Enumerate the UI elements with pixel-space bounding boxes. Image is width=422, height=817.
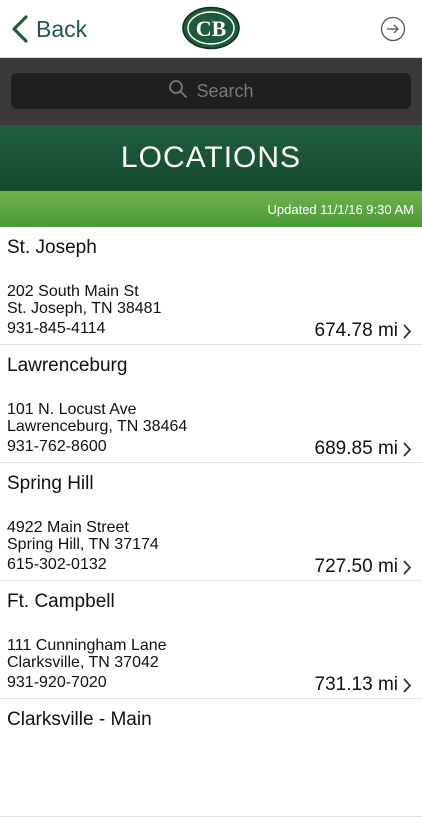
location-name: Clarksville - Main xyxy=(7,709,152,730)
page-title: LOCATIONS xyxy=(120,141,302,174)
location-name: St. Joseph xyxy=(7,237,97,258)
location-name: Spring Hill xyxy=(7,473,94,494)
search-icon xyxy=(168,79,188,104)
nav-bar: Back CB xyxy=(0,0,422,58)
location-row[interactable]: Clarksville - Main xyxy=(0,699,422,817)
chevron-right-icon xyxy=(403,442,412,457)
location-row[interactable]: Spring Hill 4922 Main Street Spring Hill… xyxy=(0,463,422,581)
updated-banner: Updated 11/1/16 9:30 AM xyxy=(0,191,422,227)
chevron-right-icon xyxy=(403,560,412,575)
search-bar: Search xyxy=(0,58,422,125)
search-placeholder: Search xyxy=(196,80,254,101)
location-row[interactable]: St. Joseph 202 South Main St St. Joseph,… xyxy=(0,227,422,345)
chevron-right-icon xyxy=(403,678,412,693)
location-name: Lawrenceburg xyxy=(7,355,128,376)
location-phone[interactable]: 931-920-7020 xyxy=(7,674,107,691)
location-phone[interactable]: 931-762-8600 xyxy=(7,438,107,455)
location-city: St. Joseph, TN 38481 xyxy=(7,300,162,317)
location-city: Clarksville, TN 37042 xyxy=(7,654,159,671)
location-city: Lawrenceburg, TN 38464 xyxy=(7,418,188,435)
location-distance: 727.50 mi xyxy=(314,556,398,577)
location-street: 101 N. Locust Ave xyxy=(7,401,137,418)
svg-text:CB: CB xyxy=(196,16,227,41)
chevron-left-icon xyxy=(12,15,28,43)
back-button[interactable]: Back xyxy=(10,14,87,44)
back-label: Back xyxy=(36,15,88,42)
location-row[interactable]: Ft. Campbell 111 Cunningham Lane Clarksv… xyxy=(0,581,422,699)
location-distance: 689.85 mi xyxy=(314,438,398,459)
location-phone[interactable]: 615-302-0132 xyxy=(7,556,107,573)
search-input[interactable]: Search xyxy=(11,73,411,109)
locations-list: St. Joseph 202 South Main St St. Joseph,… xyxy=(0,227,422,817)
page-title-band: LOCATIONS xyxy=(0,125,422,191)
location-name: Ft. Campbell xyxy=(7,591,115,612)
cb-logo: CB xyxy=(182,6,240,50)
location-phone[interactable]: 931-845-4114 xyxy=(7,320,105,337)
updated-timestamp: Updated 11/1/16 9:30 AM xyxy=(267,201,414,217)
location-city: Spring Hill, TN 37174 xyxy=(7,536,159,553)
location-distance: 731.13 mi xyxy=(314,674,398,695)
sign-out-icon[interactable] xyxy=(380,16,406,42)
location-street: 4922 Main Street xyxy=(7,519,129,536)
location-street: 202 South Main St xyxy=(7,283,139,300)
location-row[interactable]: Lawrenceburg 101 N. Locust Ave Lawrenceb… xyxy=(0,345,422,463)
location-distance: 674.78 mi xyxy=(314,320,398,341)
location-street: 111 Cunningham Lane xyxy=(7,637,167,654)
chevron-right-icon xyxy=(403,324,412,339)
